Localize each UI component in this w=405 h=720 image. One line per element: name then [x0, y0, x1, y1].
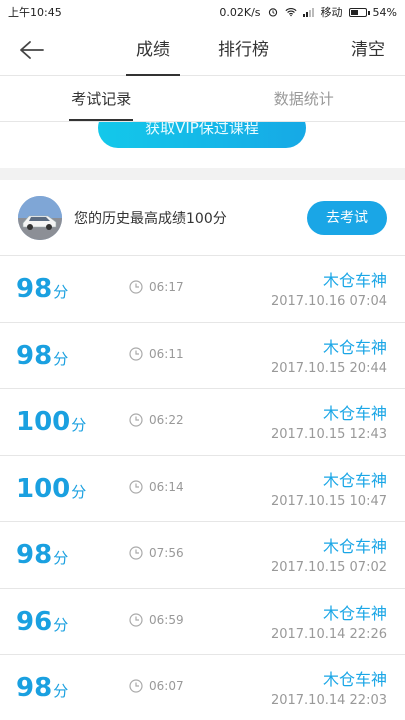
record-duration: 06:14 [129, 480, 184, 494]
clock-icon [129, 546, 143, 560]
record-username: 木仓车神 [322, 404, 387, 423]
car-icon [18, 195, 62, 240]
status-bar: 上午10:45 0.02K/s 移动 54% [0, 0, 405, 24]
duration-value: 07:56 [149, 546, 184, 560]
vip-course-button[interactable]: 获取VIP保过课程 [98, 122, 306, 148]
record-row[interactable]: 100分 06:22 木仓车神 2017.10.15 12:43 [0, 389, 405, 456]
score-unit: 分 [53, 349, 69, 368]
nav-tabs: 成绩 排行榜 [0, 24, 405, 76]
record-row[interactable]: 98分 06:11 木仓车神 2017.10.15 20:44 [0, 323, 405, 389]
record-date: 2017.10.15 07:02 [270, 560, 387, 575]
back-button[interactable] [16, 34, 48, 66]
tab-scores[interactable]: 成绩 [126, 24, 180, 76]
clock-icon [129, 280, 143, 294]
subtab-statistics[interactable]: 数据统计 [203, 76, 405, 121]
network-speed: 0.02K/s [219, 5, 261, 19]
score-value: 100 [16, 473, 71, 504]
record-duration: 06:17 [129, 280, 184, 294]
score-unit: 分 [53, 615, 69, 634]
record-score: 98分 [16, 673, 68, 706]
record-username: 木仓车神 [322, 271, 387, 290]
back-arrow-icon [20, 41, 44, 59]
score-unit: 分 [71, 482, 87, 501]
score-value: 96 [16, 606, 53, 637]
section-divider [0, 168, 405, 180]
score-value: 98 [16, 340, 53, 371]
subtab-exam-records[interactable]: 考试记录 [0, 76, 203, 121]
record-score: 100分 [16, 407, 86, 440]
record-username: 木仓车神 [322, 470, 387, 490]
signal-icon [302, 8, 314, 17]
duration-value: 06:22 [149, 413, 184, 427]
record-date: 2017.10.15 10:47 [270, 493, 387, 509]
score-unit: 分 [53, 682, 69, 700]
record-username: 木仓车神 [322, 603, 387, 623]
record-date: 2017.10.14 22:26 [270, 626, 387, 642]
record-score: 98分 [16, 540, 68, 573]
take-exam-button[interactable]: 去考试 [307, 200, 387, 235]
score-value: 98 [16, 274, 53, 304]
duration-value: 06:14 [149, 479, 184, 494]
record-row[interactable]: 98分 06:17 木仓车神 2017.10.16 07:04 [0, 256, 405, 323]
sub-tabs: 考试记录 数据统计 [0, 76, 405, 122]
duration-value: 06:07 [149, 679, 184, 693]
clock-icon [129, 679, 143, 693]
record-date: 2017.10.14 22:03 [270, 693, 387, 708]
record-username: 木仓车神 [322, 670, 387, 689]
record-score: 100分 [16, 474, 86, 507]
avatar[interactable] [18, 195, 62, 240]
record-row[interactable]: 100分 06:14 木仓车神 2017.10.15 10:47 [0, 456, 405, 522]
clock-icon [129, 346, 143, 361]
status-time: 上午10:45 [8, 6, 62, 19]
record-username: 木仓车神 [322, 537, 387, 556]
score-value: 98 [16, 540, 53, 570]
score-unit: 分 [53, 283, 69, 301]
record-score: 98分 [16, 274, 68, 307]
record-row[interactable]: 98分 06:07 木仓车神 2017.10.14 22:03 [0, 655, 405, 720]
record-score: 96分 [16, 607, 68, 640]
top-nav-bar: 成绩 排行榜 清空 [0, 24, 405, 76]
duration-value: 06:59 [149, 612, 184, 627]
record-row[interactable]: 96分 06:59 木仓车神 2017.10.14 22:26 [0, 589, 405, 655]
clock-icon [129, 479, 143, 494]
record-row[interactable]: 98分 07:56 木仓车神 2017.10.15 07:02 [0, 522, 405, 589]
best-score-text: 您的历史最高成绩100分 [74, 210, 227, 227]
carrier-name: 移动 [320, 6, 343, 19]
best-score-row: 您的历史最高成绩100分 去考试 [0, 180, 405, 256]
score-unit: 分 [53, 549, 69, 567]
record-duration: 06:22 [129, 413, 184, 427]
alarm-icon [268, 8, 277, 17]
clock-icon [129, 413, 143, 427]
wifi-icon [285, 8, 297, 17]
score-unit: 分 [71, 416, 87, 434]
status-indicators: 0.02K/s 移动 54% [219, 4, 397, 20]
battery-percent: 54% [372, 5, 397, 19]
duration-value: 06:17 [149, 280, 184, 294]
score-value: 100 [16, 407, 71, 437]
tab-leaderboard[interactable]: 排行榜 [208, 24, 279, 76]
battery-level [350, 9, 358, 15]
record-date: 2017.10.15 20:44 [270, 360, 387, 376]
record-date: 2017.10.15 12:43 [270, 427, 387, 442]
record-username: 木仓车神 [322, 337, 387, 357]
record-duration: 06:07 [129, 679, 184, 693]
vip-banner: 获取VIP保过课程 [0, 122, 405, 168]
record-date: 2017.10.16 07:04 [270, 294, 387, 309]
exam-record-list: 98分 06:17 木仓车神 2017.10.16 07:04 98分 06:11 木仓车神… [0, 256, 405, 720]
record-score: 98分 [16, 341, 68, 374]
battery-icon [348, 7, 370, 17]
duration-value: 06:11 [149, 346, 184, 361]
score-value: 98 [16, 673, 53, 703]
clear-button[interactable]: 清空 [351, 24, 385, 76]
record-duration: 06:11 [129, 347, 184, 361]
record-duration: 06:59 [129, 613, 184, 627]
record-duration: 07:56 [129, 546, 184, 560]
clock-icon [129, 612, 143, 627]
